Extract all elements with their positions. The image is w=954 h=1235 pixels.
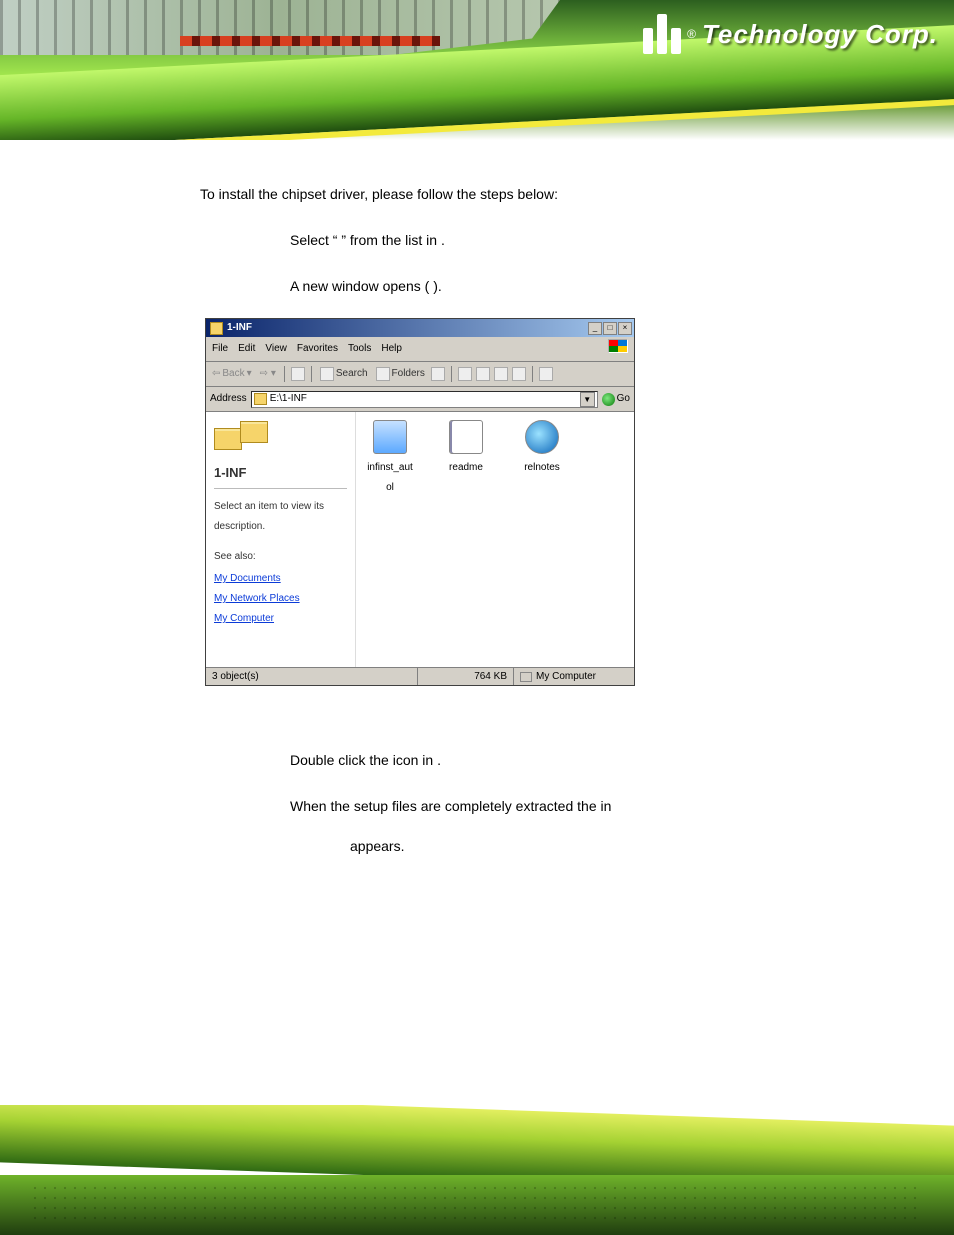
back-button[interactable]: ⇦ Back ▾ [210,364,254,384]
forward-button[interactable]: ⇨ ▾ [258,364,278,384]
icon-grid: infinst_autol readme relnotes [366,420,624,498]
minimize-button[interactable]: _ [588,322,602,335]
explorer-body: 1-INF Select an item to view its descrip… [206,412,634,667]
step-3-mid: icon in [393,752,437,768]
explorer-window: 1-INF _ □ × File Edit View Favorites Too… [205,318,635,686]
status-object-count: 3 object(s) [206,668,418,685]
brand-logo: ® Technology Corp. [643,14,938,54]
go-label: Go [617,389,630,409]
step-1-pre: Select “ [290,232,337,248]
menu-tools[interactable]: Tools [348,339,371,359]
page-header: ® Technology Corp. [0,0,954,140]
step-1-end: . [441,232,445,248]
link-my-network-places[interactable]: My Network Places [214,589,347,609]
text-file-icon [449,420,483,454]
step-3: Double click the icon in . [200,746,884,774]
history-button[interactable] [431,367,445,381]
maximize-button[interactable]: □ [603,322,617,335]
window-titlebar: 1-INF _ □ × [206,319,634,337]
header-accent-strip [180,36,440,46]
link-my-documents[interactable]: My Documents [214,569,347,589]
window-buttons: _ □ × [588,322,632,335]
left-pane-title: 1-INF [214,460,347,489]
menu-help[interactable]: Help [381,339,402,359]
search-label: Search [336,364,368,384]
step-4: When the setup files are completely extr… [200,792,884,860]
address-dropdown[interactable]: ▼ [580,392,595,407]
menu-file[interactable]: File [212,339,228,359]
menu-edit[interactable]: Edit [238,339,255,359]
brand-text: Technology Corp. [702,19,938,50]
logo-mark [643,14,681,54]
exe-icon [373,420,407,454]
page-footer [0,1105,954,1235]
folders-button[interactable]: Folders [374,364,427,384]
status-bar: 3 object(s) 764 KB My Computer [206,667,634,685]
step-2-end: ). [433,278,442,294]
window-title: 1-INF [227,318,588,338]
copy-to-button[interactable] [476,367,490,381]
registered-mark: ® [687,27,696,41]
undo-button[interactable] [512,367,526,381]
menu-view[interactable]: View [265,339,287,359]
step-1: Select “ ” from the list in . [200,226,884,254]
go-button[interactable]: Go [602,389,630,409]
folders-icon [376,367,390,381]
file-label: infinst_autol [366,458,414,498]
step-2-pre: A new window opens ( [290,278,429,294]
html-file-icon [525,420,559,454]
move-to-button[interactable] [458,367,472,381]
toolbar-separator [532,366,533,382]
search-button[interactable]: Search [318,364,370,384]
left-pane-description: Select an item to view its description. [214,497,347,537]
step-4-pre: When the setup files are completely extr… [290,798,601,814]
status-location: My Computer [514,668,634,685]
step-4-mid: in [601,798,612,814]
header-circuit-art [0,0,560,55]
address-label: Address [210,389,247,409]
document-body: To install the chipset driver, please fo… [0,140,954,860]
close-button[interactable]: × [618,322,632,335]
my-computer-icon [520,672,532,682]
file-item[interactable]: infinst_autol [366,420,414,498]
back-label: Back [222,364,244,384]
address-value: E:\1-INF [270,389,307,409]
go-icon [602,393,615,406]
views-button[interactable] [539,367,553,381]
file-label: relnotes [518,458,566,478]
address-folder-icon [254,393,267,405]
delete-button[interactable] [494,367,508,381]
address-field[interactable]: E:\1-INF ▼ [251,391,598,408]
step-4-line2: appears. [350,838,404,854]
see-also-label: See also: [214,547,347,567]
file-item[interactable]: readme [442,420,490,498]
file-list-pane: infinst_autol readme relnotes [356,412,634,667]
step-3-end: . [437,752,441,768]
toolbar-separator [311,366,312,382]
status-size: 764 KB [418,668,514,685]
step-1-mid: ” from the list in [341,232,441,248]
step-2: A new window opens ( ). [200,272,884,300]
step-3-pre: Double click the [290,752,393,768]
windows-flag-icon [608,339,628,353]
window-icon [210,322,223,335]
up-button[interactable] [291,367,305,381]
search-icon [320,367,334,381]
status-location-text: My Computer [536,667,596,687]
file-label: readme [442,458,490,478]
menu-bar: File Edit View Favorites Tools Help [206,337,634,362]
link-my-computer[interactable]: My Computer [214,609,347,629]
footer-dot-pattern [30,1183,924,1227]
address-bar: Address E:\1-INF ▼ Go [206,387,634,412]
file-item[interactable]: relnotes [518,420,566,498]
toolbar: ⇦ Back ▾ ⇨ ▾ Search Folders [206,362,634,387]
left-pane-folder-art [214,418,347,454]
folders-label: Folders [392,364,425,384]
menu-favorites[interactable]: Favorites [297,339,338,359]
toolbar-separator [451,366,452,382]
left-info-pane: 1-INF Select an item to view its descrip… [206,412,356,667]
intro-text: To install the chipset driver, please fo… [200,180,884,208]
toolbar-separator [284,366,285,382]
